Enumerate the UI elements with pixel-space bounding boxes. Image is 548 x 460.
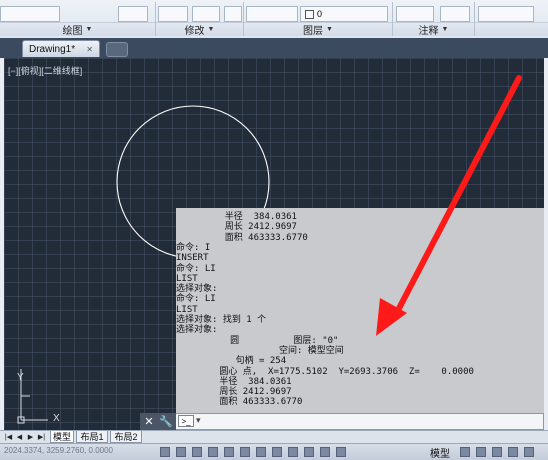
otrack-toggle-icon[interactable] xyxy=(240,447,250,457)
zoom-icon[interactable] xyxy=(492,447,502,457)
osnap-toggle-icon[interactable] xyxy=(224,447,234,457)
coordinate-readout: 2024.3374, 3259.2760, 0.0000 xyxy=(4,446,113,455)
layout-view-icon[interactable] xyxy=(460,447,470,457)
last-layout-button[interactable]: ▶| xyxy=(37,432,46,442)
selection-cycling-icon[interactable] xyxy=(336,447,346,457)
tab-model[interactable]: 模型 xyxy=(50,431,74,443)
snap-toggle-icon[interactable] xyxy=(160,447,170,457)
quick-properties-icon[interactable] xyxy=(320,447,330,457)
model-space-toggle[interactable]: 模型 xyxy=(430,445,450,460)
annotation-arrow-layer xyxy=(376,75,522,336)
transparency-toggle-icon[interactable] xyxy=(304,447,314,457)
tab-layout2[interactable]: 布局2 xyxy=(110,431,142,443)
next-layout-button[interactable]: ▶ xyxy=(26,432,35,442)
workspace-gear-icon[interactable] xyxy=(508,447,518,457)
dyn-toggle-icon[interactable] xyxy=(272,447,282,457)
ortho-toggle-icon[interactable] xyxy=(192,447,202,457)
lineweight-toggle-icon[interactable] xyxy=(288,447,298,457)
red-annotation-arrow xyxy=(391,75,522,321)
grid-toggle-icon[interactable] xyxy=(176,447,186,457)
pan-icon[interactable] xyxy=(476,447,486,457)
tab-layout1[interactable]: 布局1 xyxy=(76,431,108,443)
first-layout-button[interactable]: |◀ xyxy=(4,432,13,442)
ducs-toggle-icon[interactable] xyxy=(256,447,266,457)
polar-toggle-icon[interactable] xyxy=(208,447,218,457)
fullscreen-icon[interactable] xyxy=(524,447,534,457)
layout-tab-bar: |◀ ◀ ▶ ▶| 模型 布局1 布局2 xyxy=(0,430,548,444)
prev-layout-button[interactable]: ◀ xyxy=(15,432,24,442)
